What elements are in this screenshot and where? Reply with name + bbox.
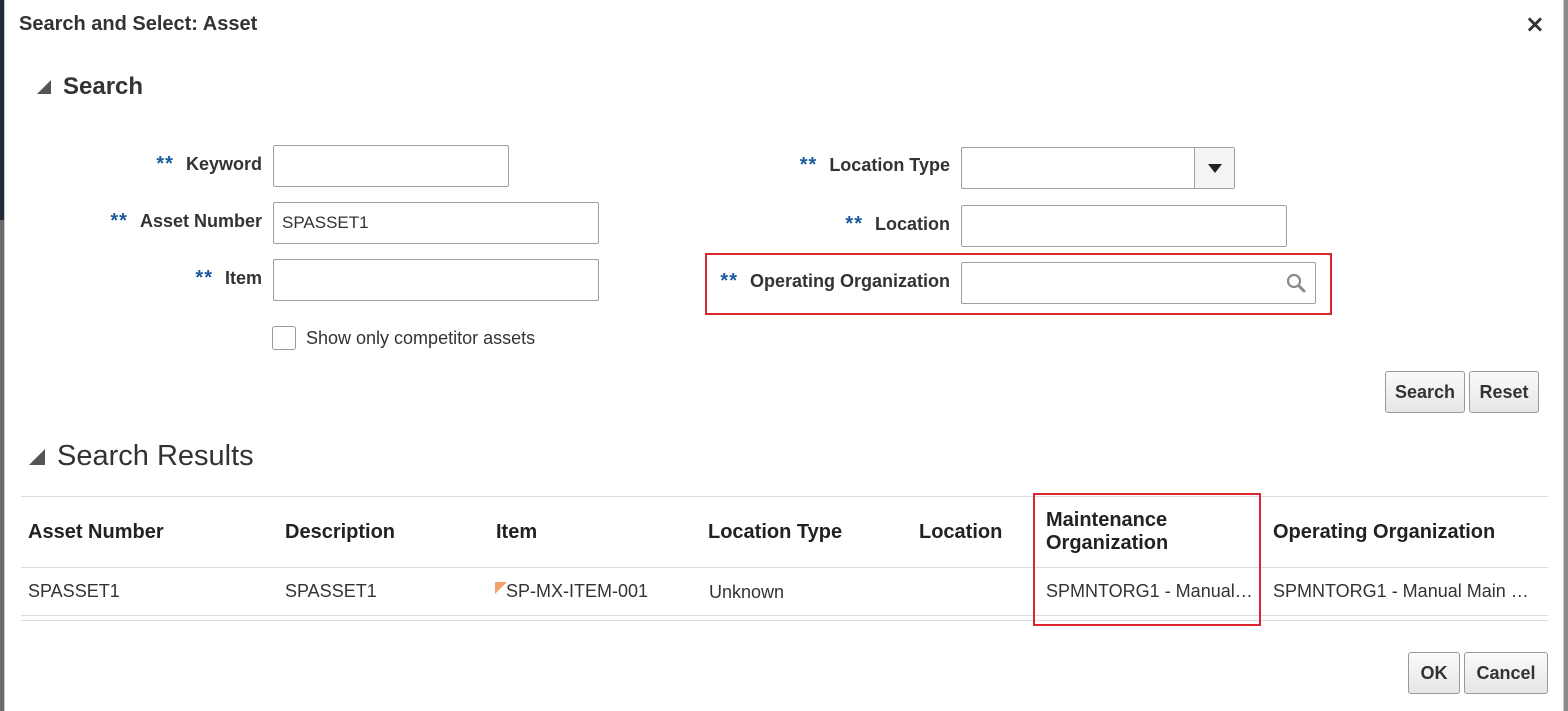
search-section-header[interactable]: Search <box>37 73 143 101</box>
reset-button[interactable]: Reset <box>1469 371 1539 413</box>
required-marker: ** <box>799 154 818 176</box>
competitor-assets-label: Show only competitor assets <box>306 328 536 348</box>
required-marker: ** <box>110 210 128 232</box>
table-top-rule <box>21 496 1548 497</box>
collapse-triangle-icon[interactable] <box>37 80 51 94</box>
column-header-location[interactable]: Location <box>919 521 1002 544</box>
ok-button[interactable]: OK <box>1408 652 1460 694</box>
search-results-section-header[interactable]: Search Results <box>29 440 254 473</box>
cell-asset-number: SPASSET1 <box>28 581 120 601</box>
collapse-triangle-icon[interactable] <box>29 448 45 465</box>
column-header-location-type[interactable]: Location Type <box>708 521 842 544</box>
search-button[interactable]: Search <box>1385 371 1465 413</box>
location-input[interactable] <box>961 205 1287 247</box>
location-type-select[interactable] <box>961 147 1235 189</box>
item-input[interactable] <box>273 259 599 301</box>
dropdown-arrow-icon[interactable] <box>1194 148 1234 188</box>
search-section-title: Search <box>63 73 144 100</box>
column-header-item[interactable]: Item <box>496 521 537 544</box>
keyword-input[interactable] <box>273 145 509 187</box>
asset-number-label: ** Asset Number <box>110 210 262 232</box>
operating-organization-label: ** Operating Organization <box>720 270 950 292</box>
column-header-description[interactable]: Description <box>285 521 395 544</box>
cell-location-type: Unknown <box>709 582 785 602</box>
column-header-operating-organization[interactable]: Operating Organization <box>1273 521 1495 544</box>
close-icon[interactable]: × <box>1525 12 1545 36</box>
search-icon[interactable] <box>1285 272 1307 294</box>
keyword-label: ** Keyword <box>156 153 262 175</box>
cell-maintenance-organization: SPMNTORG1 - Manual… <box>1046 581 1253 601</box>
column-header-asset-number[interactable]: Asset Number <box>28 521 164 544</box>
required-marker: ** <box>845 213 863 235</box>
cancel-button[interactable]: Cancel <box>1464 652 1548 694</box>
search-results-title: Search Results <box>57 440 254 472</box>
required-marker: ** <box>156 153 174 175</box>
required-marker: ** <box>720 270 738 292</box>
competitor-assets-checkbox[interactable] <box>272 326 296 350</box>
column-header-maintenance-organization[interactable]: Maintenance Organization <box>1046 509 1206 555</box>
item-label: ** Item <box>195 267 262 289</box>
asset-number-input[interactable]: SPASSET1 <box>273 202 599 244</box>
operating-organization-input[interactable] <box>961 262 1316 304</box>
table-row-rule <box>21 615 1548 616</box>
required-marker: ** <box>195 267 213 289</box>
search-select-asset-dialog: Search and Select: Asset × Search ** Keyw… <box>4 0 1564 711</box>
cell-item: SP-MX-ITEM-001 <box>506 581 649 601</box>
cell-operating-organization: SPMNTORG1 - Manual Main … <box>1273 581 1529 601</box>
table-bottom-rule <box>21 620 1548 621</box>
dialog-title: Search and Select: Asset <box>19 13 258 35</box>
table-header-rule <box>21 567 1548 568</box>
location-type-label: ** Location Type <box>799 154 950 176</box>
backdrop-right-edge <box>1564 0 1568 711</box>
location-label: ** Location <box>845 213 950 235</box>
cell-description: SPASSET1 <box>285 581 377 601</box>
